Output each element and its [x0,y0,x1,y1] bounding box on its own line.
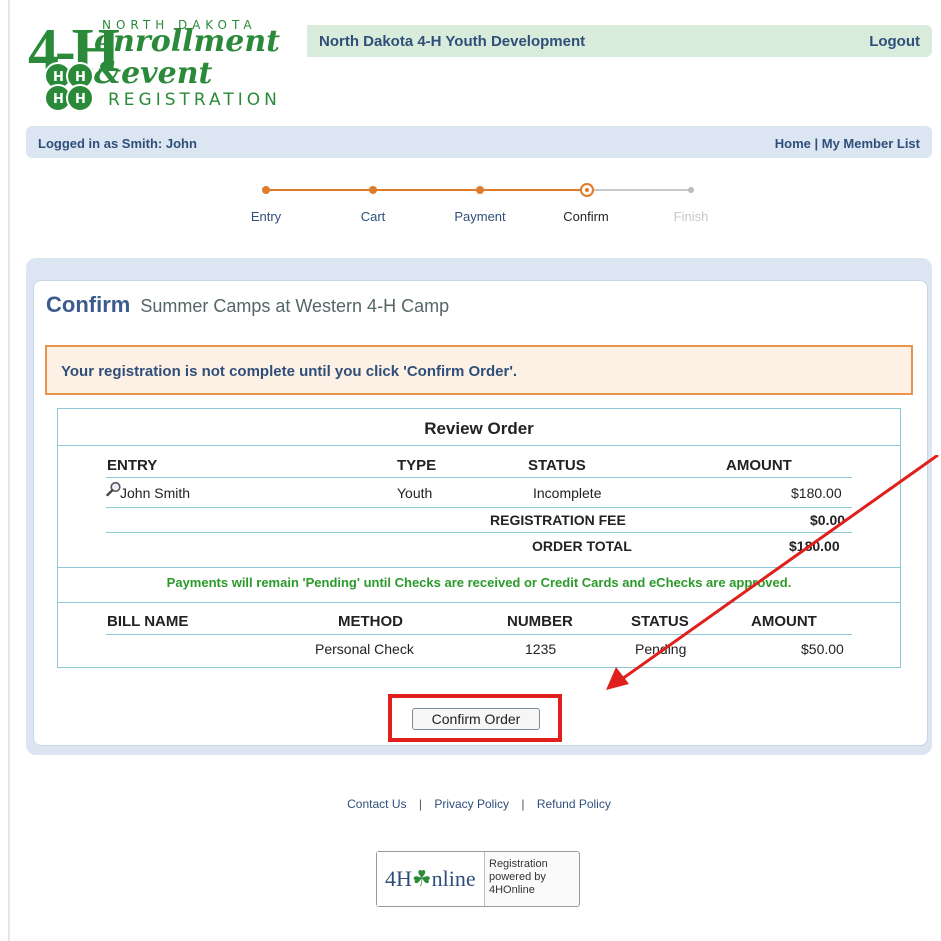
payment-number: 1235 [525,641,557,657]
svg-text:H: H [75,92,86,107]
user-nav: Home | My Member List [775,136,920,151]
step-label-finish: Finish [673,209,709,224]
step-dot-cart [369,186,377,194]
home-link[interactable]: Home [775,136,811,151]
4honline-wordmark: 4H☘nline [385,866,476,892]
step-label-cart: Cart [360,209,386,224]
logo-event: &event [94,56,213,91]
svg-text:H: H [53,92,64,107]
step-dot-entry [262,186,270,194]
site-title: North Dakota 4-H Youth Development [319,33,586,50]
step-label-payment: Payment [454,209,506,224]
col-header-bill-name: BILL NAME [107,613,189,630]
4honline-logo: 4H☘nline [377,852,485,906]
clover-icon: ☘ [411,866,432,891]
contact-us-link[interactable]: Contact Us [347,797,406,811]
divider [58,445,900,446]
step-label-entry: Entry [250,209,282,224]
badge-line-3: 4HOnline [489,884,535,896]
header-bar: North Dakota 4-H Youth Development Logou… [307,25,932,57]
entry-type: Youth [397,485,433,501]
entry-status: Incomplete [533,485,602,501]
powered-by-badge[interactable]: 4H☘nline Registration powered by 4HOnlin… [376,851,580,907]
footer-divider: | [521,797,525,811]
progress-steps: Entry Cart Payment Confirm Finish [230,180,730,230]
my-member-list-link[interactable]: My Member List [822,136,920,151]
step-label-confirm: Confirm [563,209,609,224]
svg-text:H: H [75,70,86,85]
confirm-notice-text: Your registration is not complete until … [61,363,518,380]
col-header-type: TYPE [397,457,437,474]
4honline-wordmark-b: nline [431,866,476,891]
annotation-arrow-icon [606,455,939,690]
review-order-title: Review Order [424,419,534,438]
logged-in-label: Logged in as Smith: John [38,136,197,151]
logo-registration: REGISTRATION [108,90,281,110]
badge-text: Registration powered by 4HOnline [489,858,548,897]
step-line-pending [586,189,692,191]
badge-line-2: powered by [489,871,546,883]
col-header-method: METHOD [338,613,403,630]
step-dot-payment [476,186,484,194]
event-name: Summer Camps at Western 4-H Camp [140,296,450,316]
nav-divider: | [814,136,819,151]
privacy-policy-link[interactable]: Privacy Policy [434,797,509,811]
footer-links: Contact Us | Privacy Policy | Refund Pol… [0,797,941,811]
svg-text:H: H [53,70,64,85]
user-bar: Logged in as Smith: John Home | My Membe… [26,126,932,158]
clover-icon: H H H H [44,62,94,112]
confirm-order-button[interactable]: Confirm Order [412,708,540,730]
col-header-status: STATUS [528,457,586,474]
payment-method: Personal Check [315,641,414,657]
logout-link[interactable]: Logout [869,33,920,50]
entry-name: John Smith [120,485,191,501]
4honline-wordmark-a: 4H [385,866,412,891]
logo-enrollment: enrollment [94,24,281,59]
page-title: Confirm [46,292,131,317]
col-header-entry: ENTRY [107,457,158,474]
step-dot-finish [688,187,694,193]
confirm-notice: Your registration is not complete until … [45,345,913,395]
page-heading: Confirm Summer Camps at Western 4-H Camp [46,292,449,318]
badge-line-1: Registration [489,858,548,870]
refund-policy-link[interactable]: Refund Policy [537,797,611,811]
step-line-done [266,189,586,191]
confirm-highlight-box: Confirm Order [388,694,562,742]
step-dot-confirm [580,183,594,197]
site-logo[interactable]: 4-H H H H H NORTH DAKOTA enrollment &eve… [28,14,288,114]
footer-divider: | [418,797,422,811]
col-header-number: NUMBER [507,613,573,630]
